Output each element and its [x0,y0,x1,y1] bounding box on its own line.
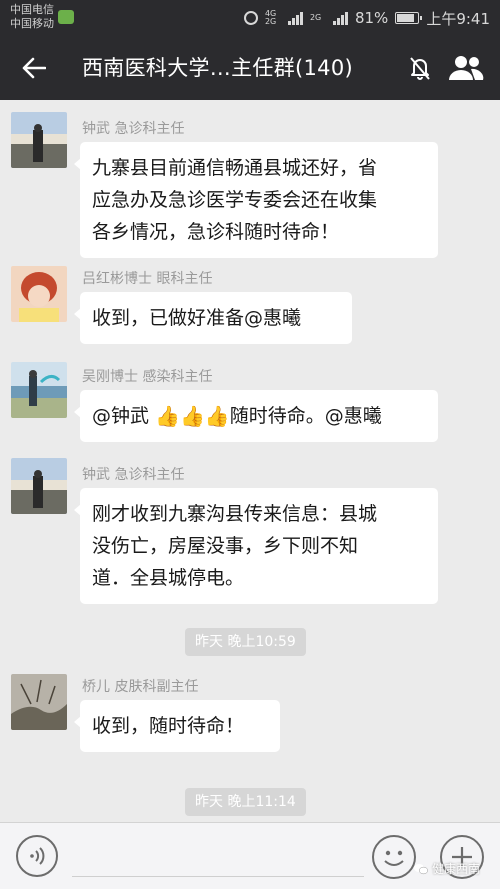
sender-name: 吴刚博士 感染科主任 [82,369,213,385]
alarm-icon [243,11,258,25]
message-text: 随时待命。@惠曦 [229,405,382,427]
battery-percent: 81% [354,9,389,27]
emoji-icon [384,850,404,866]
message-line: 九寨县目前通信畅通县城还好，省 [92,157,378,179]
avatar[interactable] [11,266,67,322]
carrier-info: 中国电信 中国移动 [10,3,54,31]
network-type-2: 2G [309,13,322,22]
thumbs-up-icon: 👍👍👍 [155,404,230,428]
avatar[interactable] [11,458,67,514]
message-line: 各乡情况，急诊科随时待命！ [92,221,340,243]
message-line: 道．全县城停电。 [92,567,245,589]
status-bar: 中国电信 中国移动 4G 2G 2G 81% 上午9:41 [0,0,500,36]
voice-icon [30,847,45,865]
timestamp: 昨天 晚上10:59 [185,628,306,656]
message-text: @钟武 [92,405,156,427]
chat-header: 西南医科大学…主任群(140) [0,36,500,100]
message-bubble[interactable]: 收到，已做好准备@惠曦 [74,292,352,344]
watermark-text: 健康西南 [432,862,481,876]
back-arrow-icon [22,57,46,79]
sender-name: 钟武 急诊科主任 [82,467,185,483]
notification-app-icon [58,10,74,24]
message-bubble[interactable]: 收到，随时待命！ [74,700,280,752]
voice-button[interactable] [16,835,58,877]
message-bubble[interactable]: 刚才收到九寨沟县传来信息：县城 没伤亡，房屋没事，乡下则不知 道．全县城停电。 [74,488,438,604]
avatar[interactable] [11,112,67,168]
carrier-1: 中国电信 [10,3,54,16]
battery-icon [395,12,423,24]
sender-name: 桥儿 皮肤科副主任 [82,679,199,695]
back-button[interactable] [14,48,54,88]
signal-icon [287,11,303,25]
emoji-button[interactable] [372,835,416,879]
chat-title: 西南医科大学…主任群(140) [82,56,353,80]
group-members-button[interactable] [444,48,488,88]
avatar[interactable] [11,362,67,418]
message-line: 应急办及急诊医学专委会还在收集 [92,189,378,211]
group-members-icon [449,56,484,80]
wechat-logo-icon [414,863,428,874]
sender-name: 吕红彬博士 眼科主任 [82,271,213,287]
mute-button[interactable] [402,50,438,86]
avatar[interactable] [11,674,67,730]
sender-name: 钟武 急诊科主任 [82,121,185,137]
message-input[interactable] [72,835,364,877]
carrier-2: 中国移动 [10,17,54,30]
signal-icon-2 [332,11,348,25]
message-line: 收到，已做好准备@惠曦 [92,307,302,329]
status-indicators: 4G 2G 2G 81% 上午9:41 [243,0,490,36]
message-bubble[interactable]: @钟武 👍👍👍随时待命。@惠曦 [74,390,438,442]
message-line: 没伤亡，房屋没事，乡下则不知 [92,535,359,557]
message-line: 刚才收到九寨沟县传来信息：县城 [92,503,378,525]
mute-bell-icon [410,57,430,80]
watermark: 健康西南 [414,860,480,877]
network-type: 4G 2G [264,9,277,26]
clock: 上午9:41 [426,9,490,28]
message-bubble[interactable]: 九寨县目前通信畅通县城还好，省 应急办及急诊医学专委会还在收集 各乡情况，急诊科… [74,142,438,258]
message-line: 收到，随时待命！ [92,715,245,737]
input-bar [0,822,500,889]
timestamp: 昨天 晚上11:14 [185,788,306,816]
